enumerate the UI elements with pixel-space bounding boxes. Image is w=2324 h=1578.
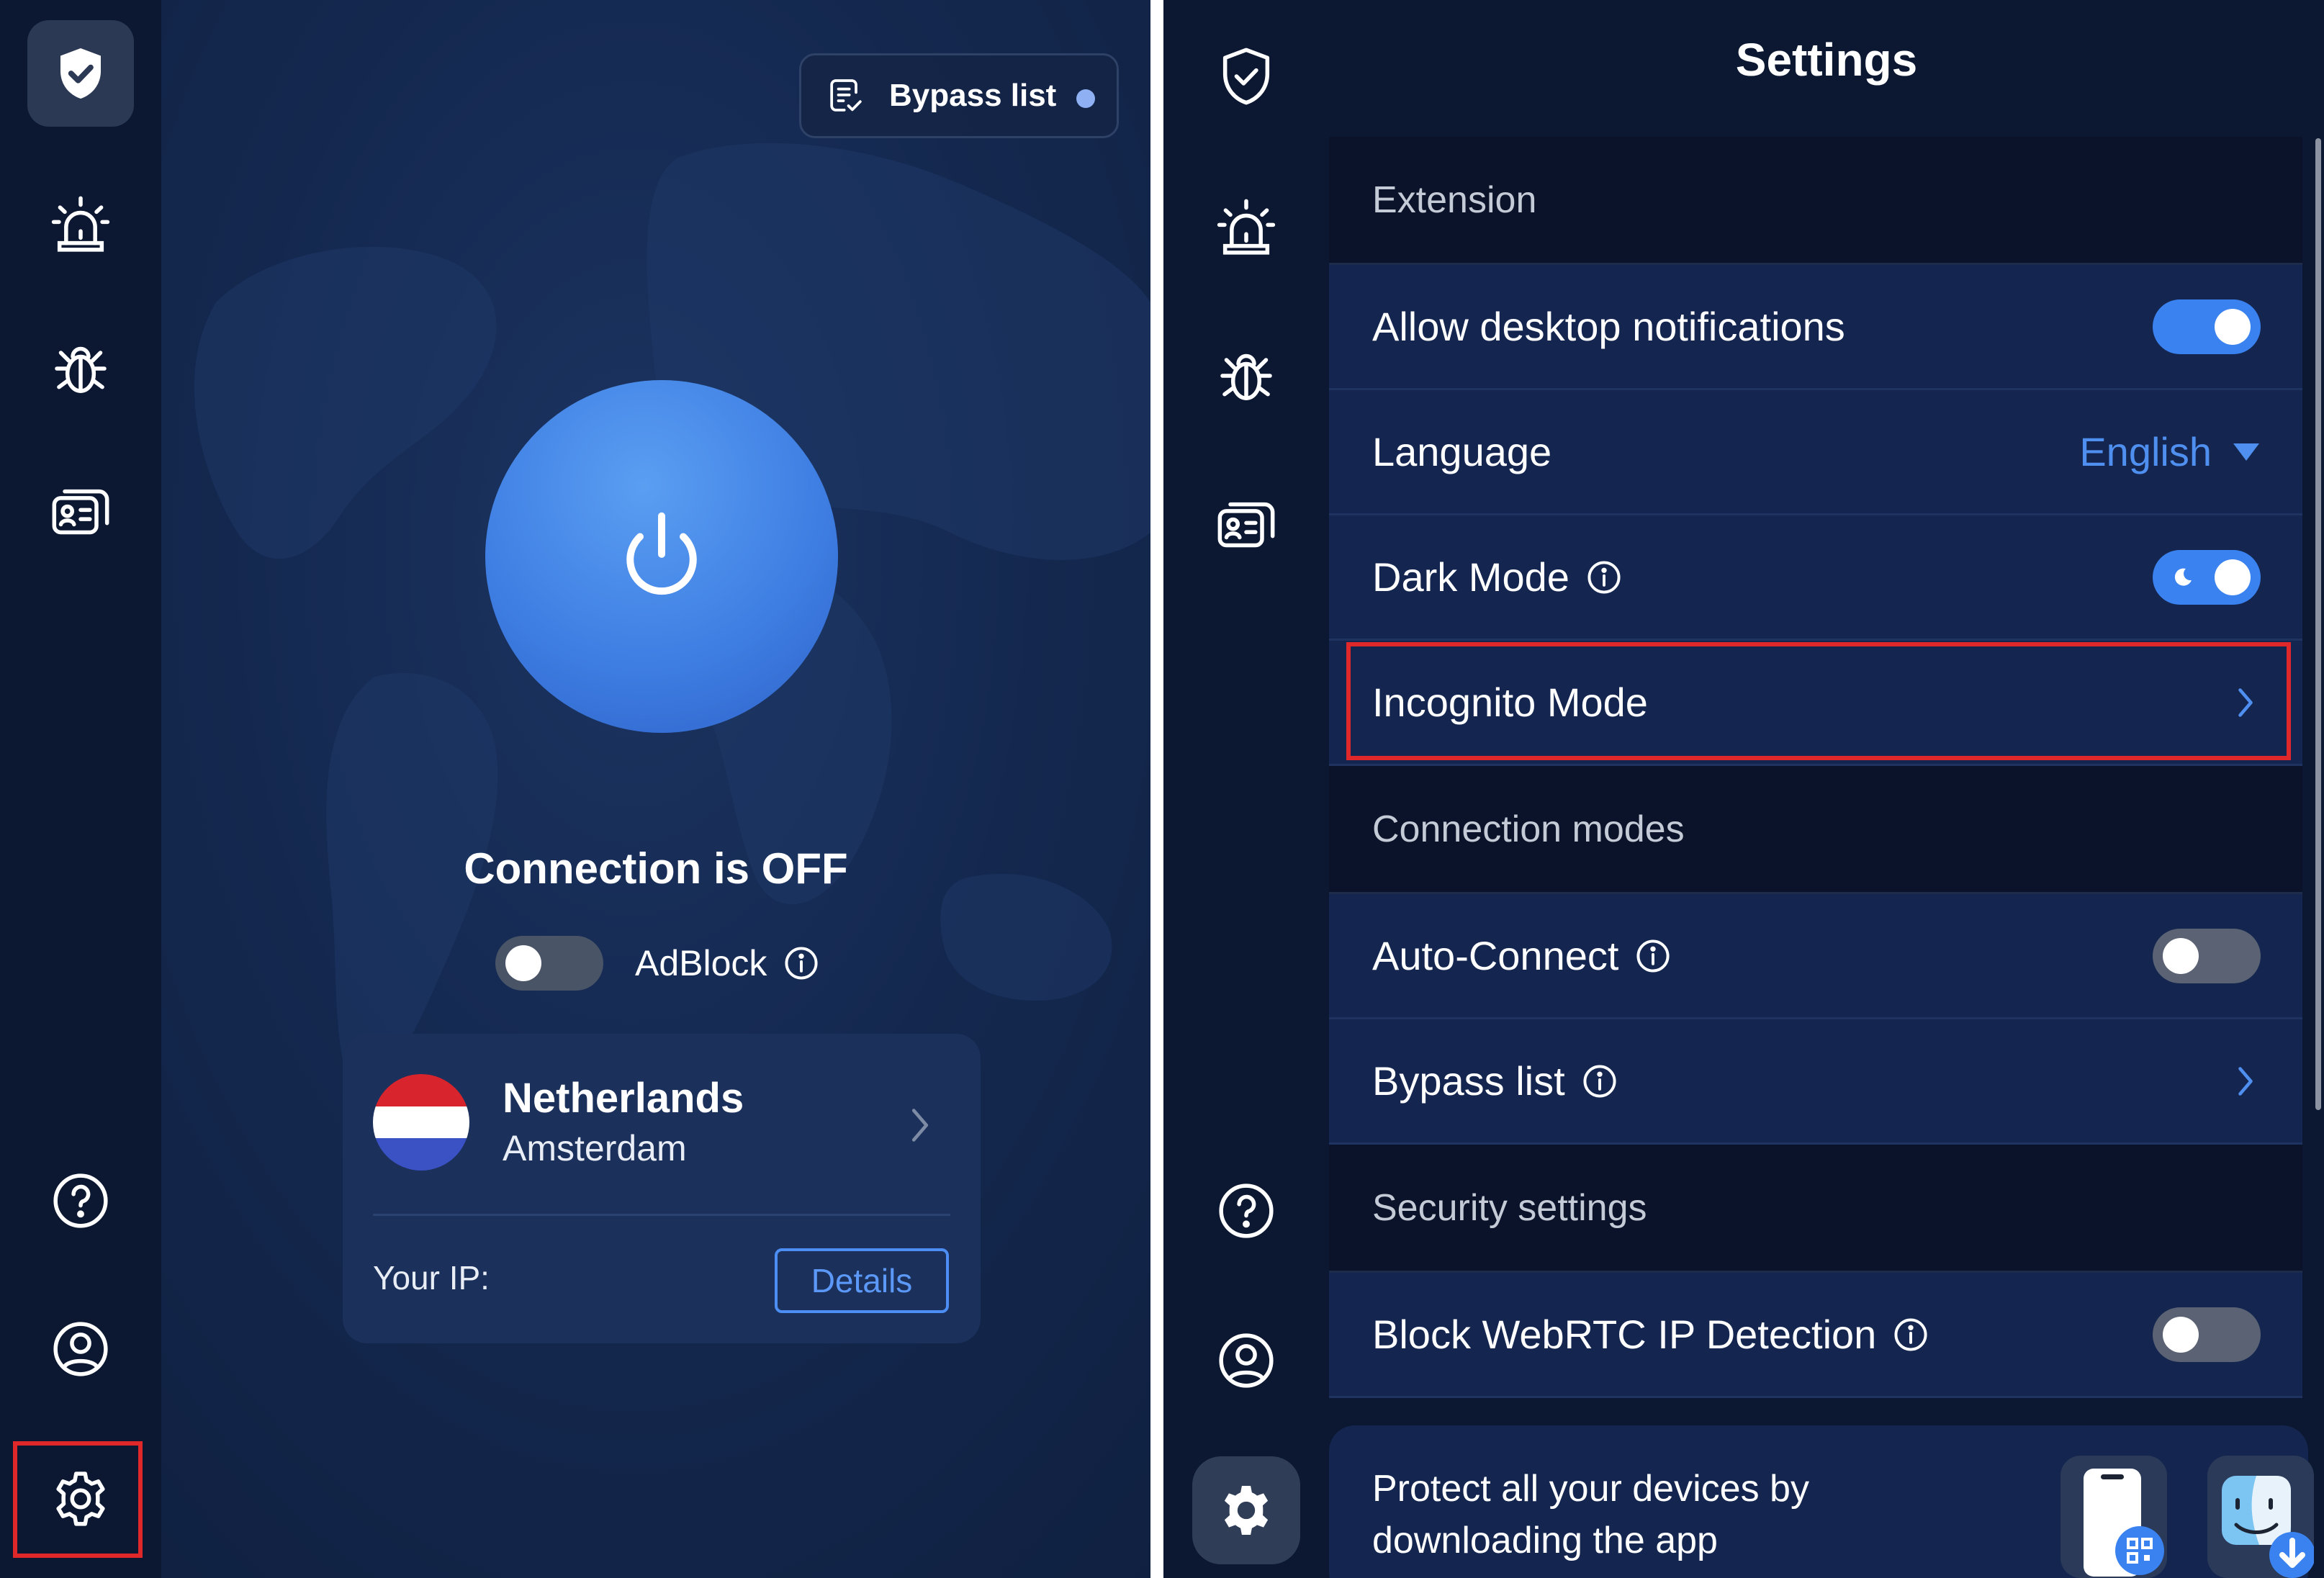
setting-label: Auto-Connect [1372,933,1619,978]
nav-identity[interactable] [1163,454,1329,598]
section-connection-modes: Connection modes [1329,766,2302,894]
setting-label: Dark Mode [1372,554,1569,600]
status-dot [1076,89,1095,108]
id-card-icon [52,489,109,535]
adblock-row: AdBlock [495,936,820,991]
id-card-icon [1217,502,1275,548]
moon-icon [2174,568,2192,586]
incognito-highlight-box [1346,642,2291,760]
nav-help[interactable] [1163,1139,1329,1283]
adblock-label: AdBlock [635,943,767,983]
setting-dark-mode: Dark Mode [1329,515,2302,641]
settings-panel: Settings Extension Allow desktop notific… [1163,0,2324,1578]
nav-account[interactable] [0,1277,161,1421]
connection-status: Connection is OFF [464,844,848,893]
details-button[interactable]: Details [775,1248,949,1313]
setting-label: Allow desktop notifications [1372,304,1845,349]
setting-label: Block WebRTC IP Detection [1372,1312,1877,1357]
info-icon[interactable] [1585,559,1623,596]
setting-notifications: Allow desktop notifications [1329,265,2302,390]
info-icon[interactable] [783,944,820,982]
nav-account[interactable] [1163,1289,1329,1433]
account-icon [1219,1333,1274,1388]
page-title: Settings [1735,34,1918,86]
vpn-home-panel: Bypass list Connection is OFF AdBlock Ne… [0,0,1150,1578]
nav-threats[interactable] [0,297,161,441]
nav-alerts[interactable] [0,153,161,297]
bug-icon [1220,353,1272,400]
right-sidebar [1163,0,1329,1578]
section-security: Security settings [1329,1145,2302,1273]
list-check-icon [830,79,862,112]
nav-vpn[interactable] [0,1,161,145]
finder-download-icon [2222,1476,2315,1578]
language-select[interactable]: English [2079,428,2261,475]
setting-language[interactable]: Language English [1329,390,2302,515]
section-extension: Extension [1329,137,2302,265]
webrtc-toggle[interactable] [2153,1307,2261,1362]
gear-icon [1224,1485,1269,1536]
alarm-icon [51,196,110,252]
settings-list: Extension Allow desktop notifications La… [1329,137,2302,1398]
nav-vpn[interactable] [1163,4,1329,148]
setting-label: Language [1372,429,1552,474]
nav-settings-active[interactable] [1163,1438,1329,1578]
bypass-list-label: Bypass list [889,78,1057,113]
left-sidebar [0,0,161,1578]
scrollbar[interactable] [2315,138,2321,1110]
info-icon[interactable] [1892,1316,1929,1353]
chevron-right-icon[interactable] [898,1100,942,1150]
setting-webrtc: Block WebRTC IP Detection [1329,1273,2302,1398]
desktop-app-tile[interactable] [2207,1456,2315,1578]
card-divider [373,1214,950,1216]
setting-auto-connect: Auto-Connect [1329,894,2302,1019]
help-icon [53,1173,108,1228]
power-button[interactable] [485,380,838,733]
shield-check-icon [60,48,101,99]
shield-check-icon [1222,48,1270,105]
bypass-list-button[interactable]: Bypass list [799,53,1119,138]
nav-help[interactable] [0,1129,161,1273]
caret-down-icon [2233,443,2259,461]
info-icon[interactable] [1634,937,1672,975]
location-city: Amsterdam [503,1128,687,1168]
nav-alerts[interactable] [1163,155,1329,299]
settings-highlight-box [13,1441,143,1558]
adblock-toggle[interactable] [495,936,603,991]
power-icon [626,512,697,595]
phone-qr-icon [2084,1469,2164,1577]
language-value: English [2079,429,2212,474]
chevron-right-icon [2238,1066,2253,1096]
location-country: Netherlands [503,1075,744,1122]
help-icon [1219,1184,1274,1238]
alarm-icon [1217,199,1276,255]
download-promo-card: Protect all your devices by downloading … [1329,1425,2315,1578]
auto-connect-toggle[interactable] [2153,928,2261,983]
setting-bypass-list[interactable]: Bypass list [1329,1019,2302,1145]
nav-identity[interactable] [0,441,161,585]
your-ip-label: Your IP: [373,1259,490,1297]
netherlands-flag [373,1074,469,1171]
info-icon[interactable] [1581,1063,1618,1100]
promo-text: Protect all your devices by downloading … [1372,1468,1809,1561]
dark-mode-toggle[interactable] [2153,549,2261,605]
location-card: Netherlands Amsterdam Your IP: Details [343,1034,981,1343]
setting-label: Bypass list [1372,1058,1565,1104]
notifications-toggle[interactable] [2153,299,2261,354]
nav-threats[interactable] [1163,304,1329,448]
bug-icon [55,346,107,393]
account-icon [53,1322,108,1376]
mobile-app-tile[interactable] [2060,1456,2167,1578]
